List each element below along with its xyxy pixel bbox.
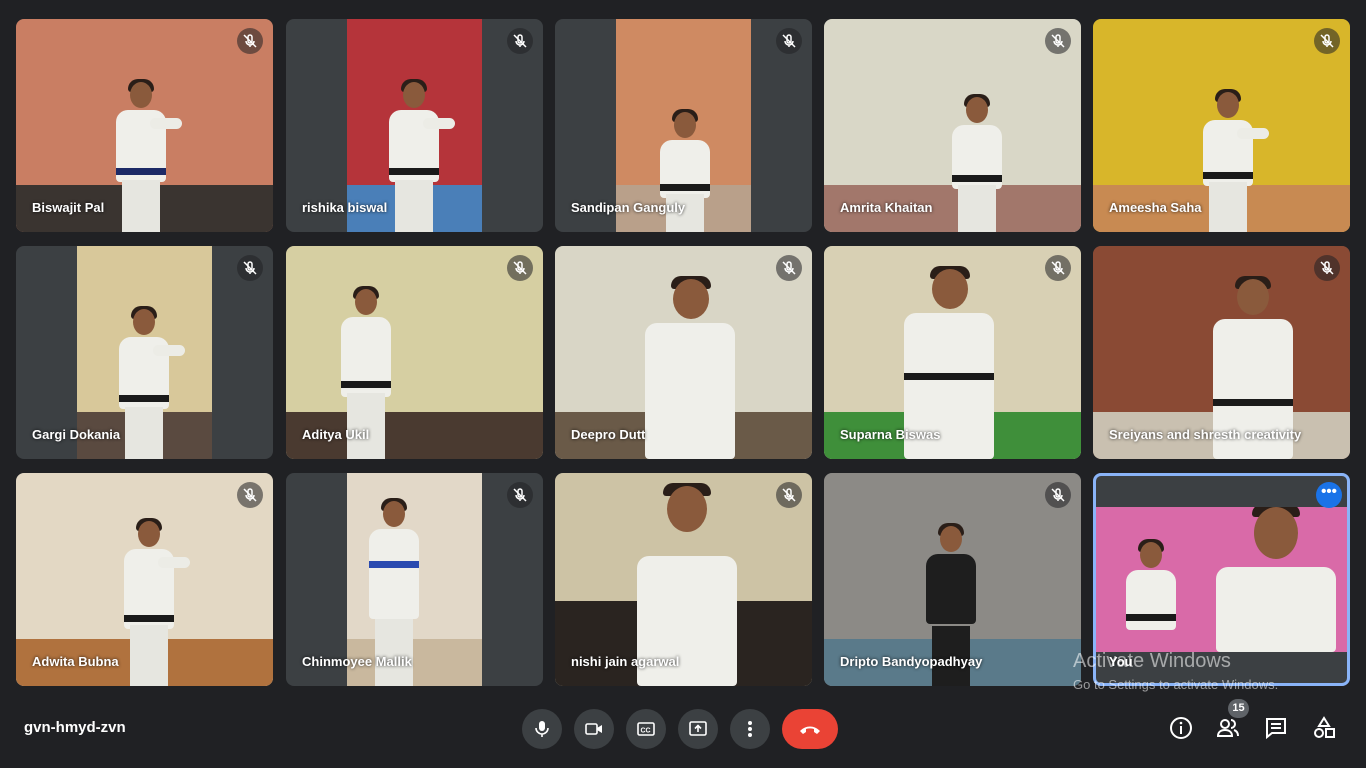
activate-windows-watermark: Activate Windows Go to Settings to activ… <box>1073 650 1278 692</box>
camera-button[interactable] <box>574 709 614 749</box>
participant-tile[interactable]: Aditya Ukil <box>286 246 543 459</box>
mic-off-icon <box>776 482 802 508</box>
microphone-icon <box>535 721 549 737</box>
people-count-badge: 15 <box>1228 699 1249 718</box>
mic-off-icon <box>507 255 533 281</box>
participant-tile[interactable]: nishi jain agarwal <box>555 473 812 686</box>
participant-name: rishika biswal <box>302 200 388 215</box>
participant-tile[interactable]: Sreiyans and shresth creativity <box>1093 246 1350 459</box>
participant-name: Sreiyans and shresth creativity <box>1109 427 1302 442</box>
participant-tile[interactable]: Sandipan Ganguly <box>555 19 812 232</box>
participant-name: Amrita Khaitan <box>840 200 933 215</box>
hang-up-icon <box>800 726 820 734</box>
people-icon[interactable] <box>1215 715 1241 741</box>
participant-tile[interactable]: Suparna Biswas <box>824 246 1081 459</box>
video-grid: Biswajit Pal rishika biswal Sandipan Gan… <box>0 0 1366 700</box>
watermark-subtitle: Go to Settings to activate Windows. <box>1073 677 1279 692</box>
microphone-button[interactable] <box>522 709 562 749</box>
meeting-code: gvn-hmyd-zvn <box>24 719 126 736</box>
present-screen-icon <box>689 721 707 736</box>
captions-icon: CC <box>637 722 655 736</box>
mic-off-icon <box>776 255 802 281</box>
more-vert-icon <box>748 721 752 737</box>
participant-tile[interactable]: Ameesha Saha <box>1093 19 1350 232</box>
participant-name: Ameesha Saha <box>1109 200 1202 215</box>
participant-name: Deepro Dutt <box>571 427 646 442</box>
captions-button[interactable]: CC <box>626 709 666 749</box>
camera-icon <box>585 723 602 735</box>
mic-off-icon <box>1314 255 1340 281</box>
participant-name: Chinmoyee Mallik <box>302 654 412 669</box>
self-video <box>1096 507 1347 652</box>
mic-off-icon <box>507 482 533 508</box>
participant-name: Aditya Ukil <box>302 427 370 442</box>
participant-name: Adwita Bubna <box>32 654 119 669</box>
mic-off-icon <box>1314 28 1340 54</box>
mic-off-icon <box>1045 482 1071 508</box>
mic-off-icon <box>1045 28 1071 54</box>
present-button[interactable] <box>678 709 718 749</box>
info-icon[interactable] <box>1168 715 1194 741</box>
watermark-title: Activate Windows <box>1073 650 1231 672</box>
participant-name: nishi jain agarwal <box>571 654 680 669</box>
participant-name: Gargi Dokania <box>32 427 121 442</box>
participant-tile[interactable]: rishika biswal <box>286 19 543 232</box>
participant-tile[interactable]: Deepro Dutt <box>555 246 812 459</box>
participant-name: Biswajit Pal <box>32 200 105 215</box>
bottom-toolbar: gvn-hmyd-zvn CC 15 <box>0 699 1366 768</box>
participant-name: Suparna Biswas <box>840 427 941 442</box>
participant-tile[interactable]: Chinmoyee Mallik <box>286 473 543 686</box>
more-options-icon[interactable]: ••• <box>1316 482 1342 508</box>
mic-off-icon <box>237 28 263 54</box>
participant-name: Dripto Bandyopadhyay <box>840 654 983 669</box>
participant-tile[interactable]: Gargi Dokania <box>16 246 273 459</box>
mic-off-icon <box>776 28 802 54</box>
mic-off-icon <box>1045 255 1071 281</box>
mic-off-icon <box>237 482 263 508</box>
mic-off-icon <box>507 28 533 54</box>
activities-icon[interactable] <box>1311 715 1337 741</box>
participant-tile[interactable]: Adwita Bubna <box>16 473 273 686</box>
participant-tile[interactable]: Amrita Khaitan <box>824 19 1081 232</box>
participant-tile[interactable]: Biswajit Pal <box>16 19 273 232</box>
leave-call-button[interactable] <box>782 709 838 749</box>
participant-name: Sandipan Ganguly <box>571 200 686 215</box>
participant-tile[interactable]: Dripto Bandyopadhyay <box>824 473 1081 686</box>
more-options-button[interactable] <box>730 709 770 749</box>
mic-off-icon <box>237 255 263 281</box>
svg-text:CC: CC <box>641 728 651 735</box>
chat-icon[interactable] <box>1263 715 1289 741</box>
